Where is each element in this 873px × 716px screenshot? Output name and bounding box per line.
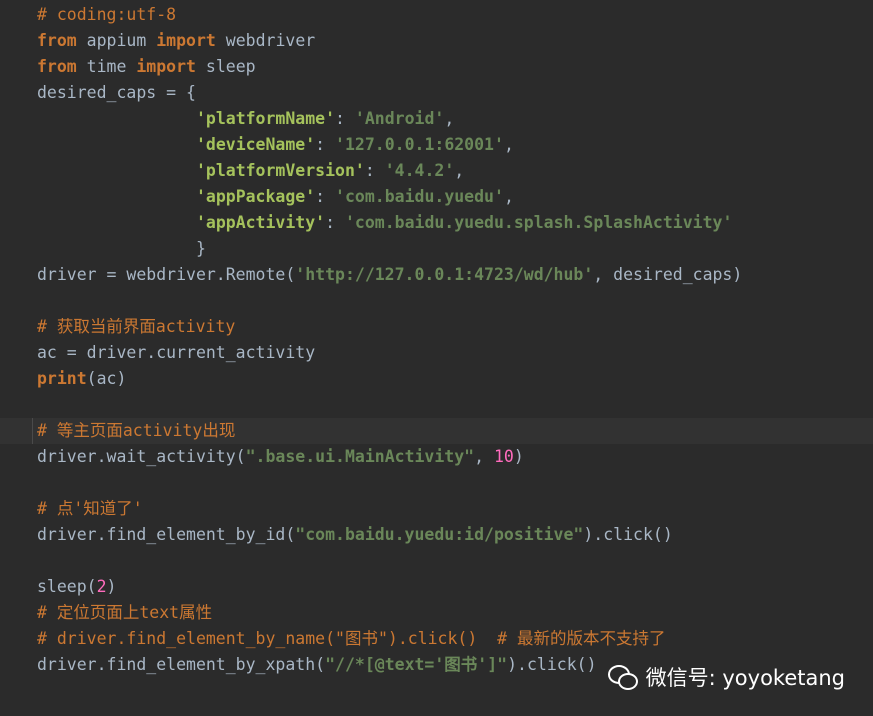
watermark: 微信号: yoyoketang [607,662,845,692]
code-editor[interactable]: # coding:utf-8 from appium import webdriv… [0,0,873,716]
code-token: "//*[@text='图书']" [325,655,508,674]
code-token: # coding:utf-8 [37,5,177,24]
code-line[interactable]: # 等主页面activity出现 [0,418,873,444]
wechat-icon [607,663,638,691]
code-token: '127.0.0.1:62001' [335,135,504,154]
code-token: driver.find_element_by_id( [37,525,296,544]
code-line[interactable]: # driver.find_element_by_name("图书").clic… [0,626,873,652]
code-token: , [503,135,514,154]
code-line[interactable]: # 获取当前界面activity [0,314,873,340]
code-token: : [315,135,336,154]
code-token: (ac) [86,369,127,388]
code-token: from [37,31,77,50]
code-line[interactable]: # 点'知道了' [0,496,873,522]
code-token: driver.find_element_by_xpath( [37,655,326,674]
code-token: : [335,109,355,128]
code-token: driver.wait_activity( [37,447,246,466]
code-token: 'appPackage' [195,187,316,206]
code-line[interactable]: # 定位页面上text属性 [0,600,873,626]
code-token: 'platformName' [195,109,336,128]
code-token: : [315,187,336,206]
code-line[interactable]: driver.find_element_by_id("com.baidu.yue… [0,522,873,548]
code-token: sleep [195,57,256,76]
code-token: # 点'知道了' [37,499,143,518]
code-token: "com.baidu.yuedu:id/positive" [295,525,584,544]
code-token: 10 [493,447,514,466]
code-token: # 获取当前界面activity [37,317,236,336]
code-token: webdriver [215,31,316,50]
code-token: } [37,239,206,258]
code-token: 'Android' [354,109,445,128]
code-token: : [325,213,345,232]
code-token: sleep( [37,577,97,596]
code-token: 2 [96,577,107,596]
code-line[interactable]: 'appActivity': 'com.baidu.yuedu.splash.S… [0,210,873,236]
code-token: time [76,57,137,76]
code-line[interactable]: from time import sleep [0,54,873,80]
code-token: print [37,369,87,388]
code-line[interactable]: 'platformName': 'Android', [0,106,873,132]
code-token: 'com.baidu.yuedu.splash.SplashActivity' [344,213,733,232]
code-line[interactable]: desired_caps = { [0,80,873,106]
code-line[interactable]: sleep(2) [0,574,873,600]
code-token: ac = driver.current_activity [37,343,316,362]
code-token: : [364,161,385,180]
code-line[interactable]: 'platformVersion': '4.4.2', [0,158,873,184]
code-token: , [503,187,514,206]
code-token: ".base.ui.MainActivity" [245,447,475,466]
code-token: # 等主页面activity出现 [37,421,236,440]
code-token: ).click() [507,655,597,674]
code-token: import [136,57,196,76]
current-line-marker [32,418,33,444]
code-token: 'appActivity' [195,213,326,232]
code-line[interactable]: driver.wait_activity(".base.ui.MainActiv… [0,444,873,470]
code-token: , [474,447,494,466]
code-line[interactable]: 'deviceName': '127.0.0.1:62001', [0,132,873,158]
code-line[interactable]: from appium import webdriver [0,28,873,54]
code-token: import [156,31,216,50]
code-line[interactable]: print(ac) [0,366,873,392]
code-line[interactable]: 'appPackage': 'com.baidu.yuedu', [0,184,873,210]
code-token: , desired_caps) [593,265,743,284]
code-token: desired_caps = { [37,83,196,102]
code-token: ) [513,447,524,466]
watermark-text: 微信号: yoyoketang [645,666,845,690]
code-line[interactable] [0,392,873,418]
code-line[interactable]: driver = webdriver.Remote('http://127.0.… [0,262,873,288]
code-line[interactable] [0,288,873,314]
code-token: from [37,57,77,76]
code-token: '4.4.2' [384,161,455,180]
code-line[interactable]: ac = driver.current_activity [0,340,873,366]
code-token: 'deviceName' [195,135,316,154]
code-token: # driver.find_element_by_name("图书").clic… [37,629,666,648]
code-token: ).click() [583,525,673,544]
code-token: ) [106,577,117,596]
code-line[interactable] [0,470,873,496]
code-token: driver = webdriver.Remote( [37,265,296,284]
code-line[interactable] [0,548,873,574]
code-token: 'http://127.0.0.1:4723/wd/hub' [295,265,594,284]
code-token: # 定位页面上text属性 [37,603,213,622]
code-line[interactable]: # coding:utf-8 [0,2,873,28]
code-token: 'com.baidu.yuedu' [335,187,504,206]
code-token: , [454,161,465,180]
code-token: , [444,109,455,128]
code-line[interactable]: } [0,236,873,262]
code-token: appium [76,31,157,50]
code-token: 'platformVersion' [195,161,365,180]
